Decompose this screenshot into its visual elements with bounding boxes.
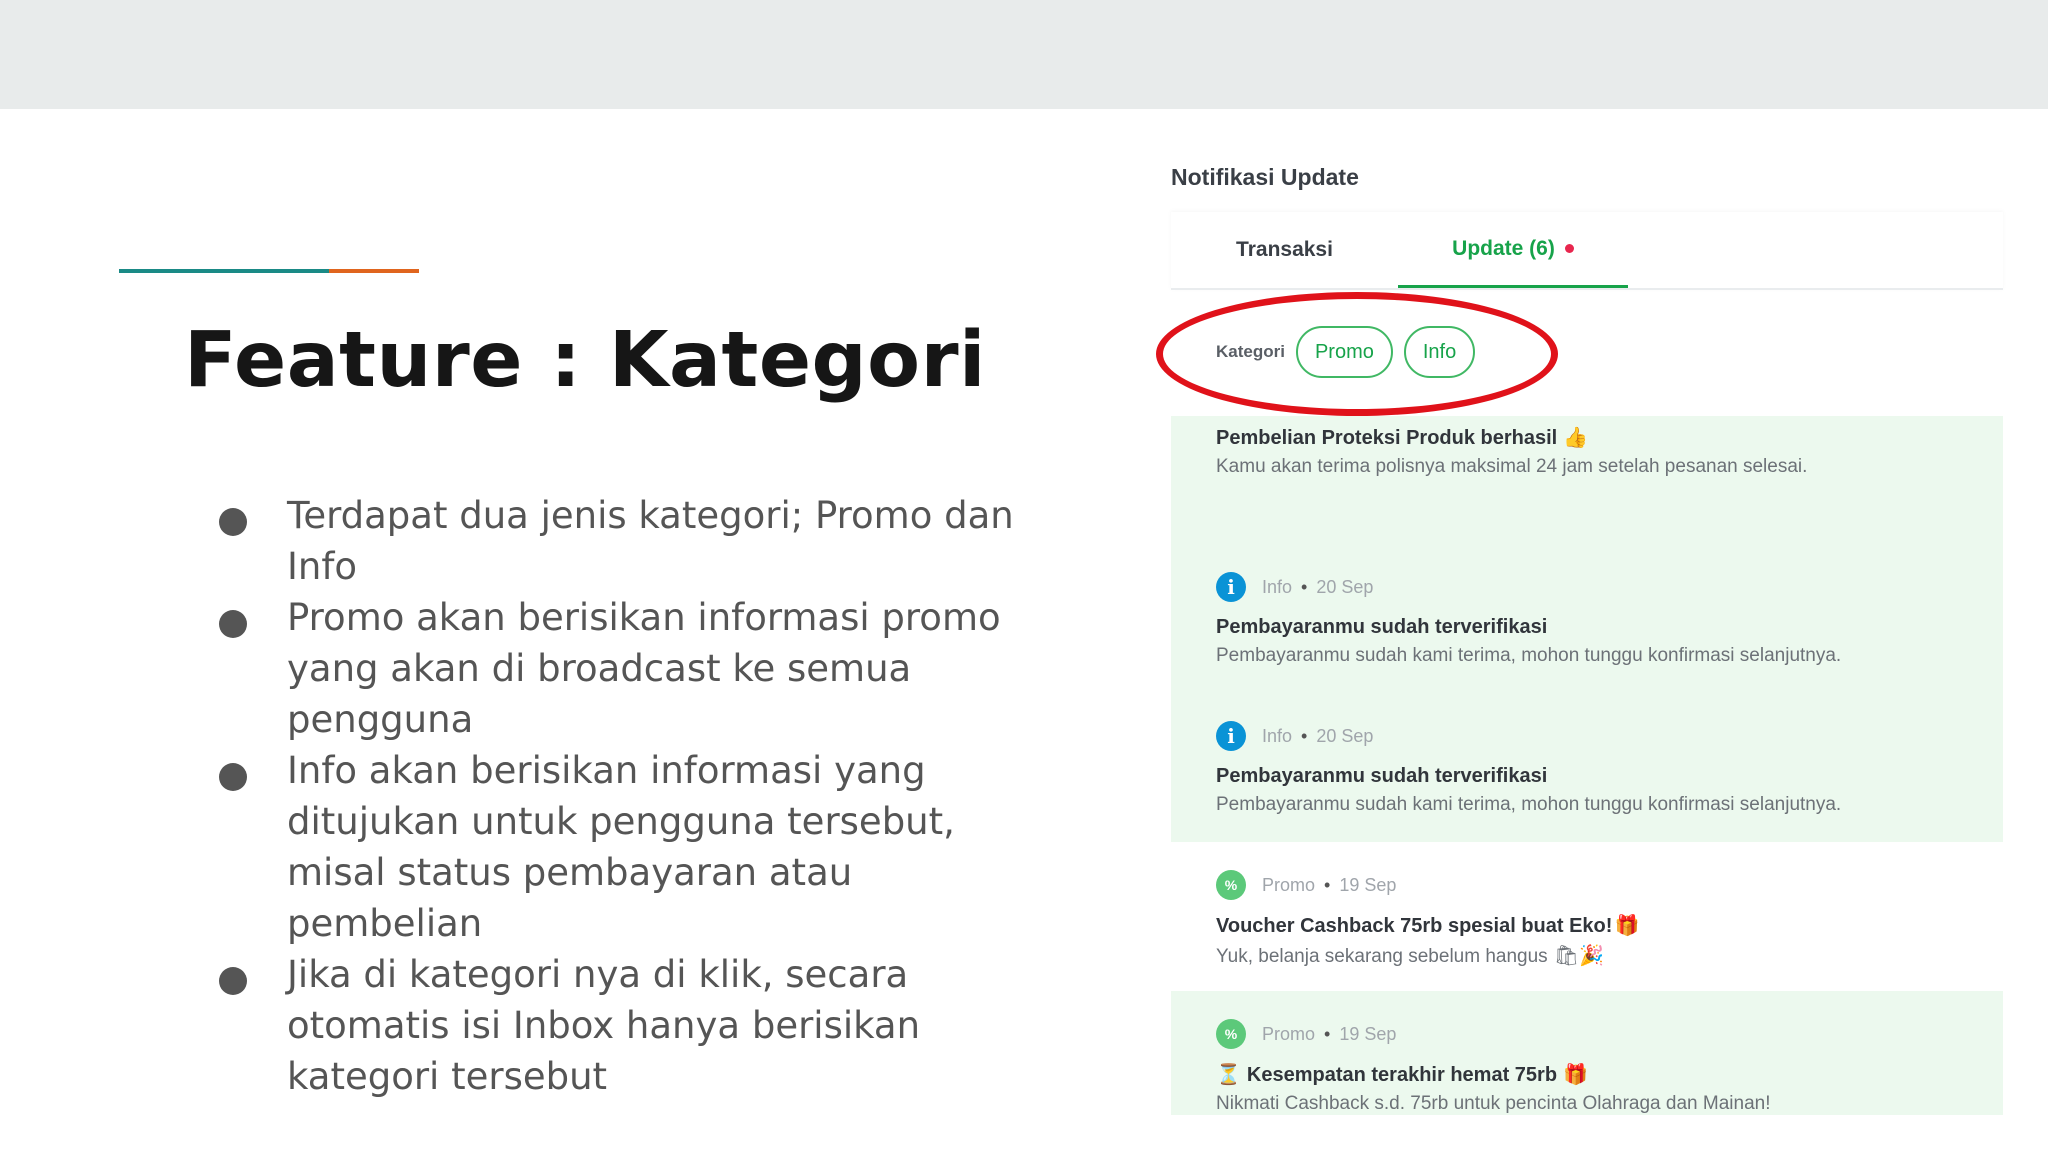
promo-icon: % — [1216, 1019, 1246, 1049]
notification-body: Pembayaranmu sudah kami terima, mohon tu… — [1216, 794, 1842, 815]
title-accent-line — [119, 269, 419, 273]
notification-title: ⏳ Kesempatan terakhir hemat 75rb 🎁 — [1216, 1062, 1588, 1086]
notification-title: Pembayaranmu sudah terverifikasi — [1216, 616, 1548, 638]
notification-body: Nikmati Cashback s.d. 75rb untuk pencint… — [1216, 1093, 1771, 1114]
notification-category: Promo — [1262, 1023, 1316, 1044]
bullet-text: Promo akan berisikan informasi promo yan… — [287, 596, 1001, 741]
meta-separator: • — [1324, 1023, 1331, 1044]
notification-category: Promo — [1262, 874, 1316, 895]
bullet-list: Terdapat dua jenis kategori; Promo dan I… — [215, 490, 1015, 1102]
shopping-bag-icon: 🛍🎉 — [1553, 943, 1604, 967]
notification-item[interactable]: i Info • 20 Sep Pembayaranmu sudah terverif… — [1171, 693, 2003, 842]
info-icon: i — [1216, 572, 1246, 602]
meta-separator: • — [1301, 576, 1308, 597]
bullet-item: Jika di kategori nya di klik, secara oto… — [215, 949, 1015, 1102]
notification-item[interactable]: i Info • 20 Sep Pembayaranmu sudah terverif… — [1171, 544, 2003, 693]
notification-title: Voucher Cashback 75rb spesial buat Eko! 🎁 — [1216, 913, 1640, 937]
notification-date: 20 Sep — [1316, 576, 1374, 597]
notification-title: Pembelian Proteksi Produk berhasil 👍 — [1216, 425, 1589, 449]
bullet-text: Jika di kategori nya di klik, secara oto… — [287, 953, 921, 1098]
meta-separator: • — [1324, 874, 1331, 895]
unread-dot-icon — [1564, 244, 1574, 253]
notification-meta: % Promo • 19 Sep — [1216, 870, 2003, 900]
panel-title: Notifikasi Update — [1171, 164, 1359, 190]
promo-icon: % — [1216, 870, 1246, 900]
slide-top-bar — [0, 0, 2048, 109]
notification-title: Pembayaranmu sudah terverifikasi — [1216, 765, 1548, 787]
notification-item[interactable]: Pembelian Proteksi Produk berhasil 👍 Kamu… — [1171, 416, 2003, 544]
notification-body: Pembayaranmu sudah kami terima, mohon tu… — [1216, 645, 1842, 666]
bullet-dot-icon — [219, 967, 247, 995]
notification-tabs: Transaksi Update (6) — [1171, 212, 2003, 290]
notification-meta: % Promo • 19 Sep — [1216, 1019, 2003, 1049]
notification-item[interactable]: % Promo • 19 Sep Voucher Cashback 75rb spes… — [1171, 842, 2003, 991]
highlight-ellipse — [1156, 292, 1558, 416]
bullet-dot-icon — [219, 508, 247, 536]
notification-panel-screenshot: Notifikasi Update Transaksi Update (6) K… — [1156, 160, 2006, 1115]
bullet-text: Terdapat dua jenis kategori; Promo dan I… — [287, 494, 1014, 588]
thumbs-up-icon: 👍 — [1563, 425, 1589, 449]
notification-date: 20 Sep — [1316, 725, 1374, 746]
notification-meta: i Info • 20 Sep — [1216, 572, 2003, 602]
bullet-item: Info akan berisikan informasi yang dituj… — [215, 745, 1015, 949]
gift-icon: 🎁 — [1563, 1062, 1588, 1086]
bullet-text: Info akan berisikan informasi yang dituj… — [287, 749, 955, 945]
tab-transaksi-label: Transaksi — [1236, 238, 1333, 261]
notification-meta: i Info • 20 Sep — [1216, 721, 2003, 751]
bullet-item: Terdapat dua jenis kategori; Promo dan I… — [215, 490, 1015, 592]
bullet-dot-icon — [219, 763, 247, 791]
info-icon: i — [1216, 721, 1246, 751]
hourglass-icon: ⏳ — [1216, 1062, 1241, 1086]
slide-title: Feature : Kategori — [184, 316, 986, 405]
notification-item[interactable]: % Promo • 19 Sep ⏳ Kesempatan terakhir hemat… — [1171, 991, 2003, 1115]
meta-separator: • — [1301, 725, 1308, 746]
notification-date: 19 Sep — [1339, 1023, 1397, 1044]
bullet-dot-icon — [219, 610, 247, 638]
gift-icon: 🎁 — [1614, 913, 1640, 937]
notification-category: Info — [1262, 576, 1293, 597]
notification-category: Info — [1262, 725, 1293, 746]
tab-transaksi[interactable]: Transaksi — [1171, 212, 1398, 288]
notification-body: Yuk, belanja sekarang sebelum hangus 🛍🎉 — [1216, 943, 1604, 967]
notification-date: 19 Sep — [1339, 874, 1397, 895]
tab-update-label: Update (6) — [1452, 236, 1555, 260]
notification-body: Kamu akan terima polisnya maksimal 24 ja… — [1216, 456, 1808, 477]
bullet-item: Promo akan berisikan informasi promo yan… — [215, 592, 1015, 745]
tab-update[interactable]: Update (6) — [1398, 212, 1628, 288]
